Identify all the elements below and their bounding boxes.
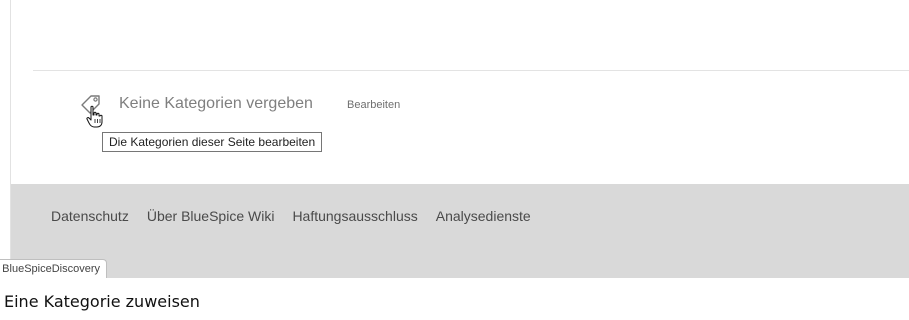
no-categories-label: Keine Kategorien vergeben xyxy=(119,95,313,112)
footer-link-privacy[interactable]: Datenschutz xyxy=(51,208,129,224)
edit-categories-link[interactable]: Bearbeiten xyxy=(347,99,400,111)
skin-tab-label: BlueSpiceDiscovery xyxy=(2,263,100,275)
skin-tab[interactable]: BlueSpiceDiscovery xyxy=(0,259,107,278)
section-divider xyxy=(33,70,909,71)
footer xyxy=(11,184,909,278)
footer-link-disclaimer[interactable]: Haftungsausschluss xyxy=(292,208,417,224)
screenshot-caption: Eine Kategorie zuweisen xyxy=(4,292,200,311)
footer-links: Datenschutz Über BlueSpice Wiki Haftungs… xyxy=(51,208,531,224)
hand-cursor-icon xyxy=(85,105,105,129)
footer-link-about[interactable]: Über BlueSpice Wiki xyxy=(147,208,275,224)
edit-categories-tooltip: Die Kategorien dieser Seite bearbeiten xyxy=(102,132,323,152)
footer-link-analytics[interactable]: Analysedienste xyxy=(436,208,531,224)
